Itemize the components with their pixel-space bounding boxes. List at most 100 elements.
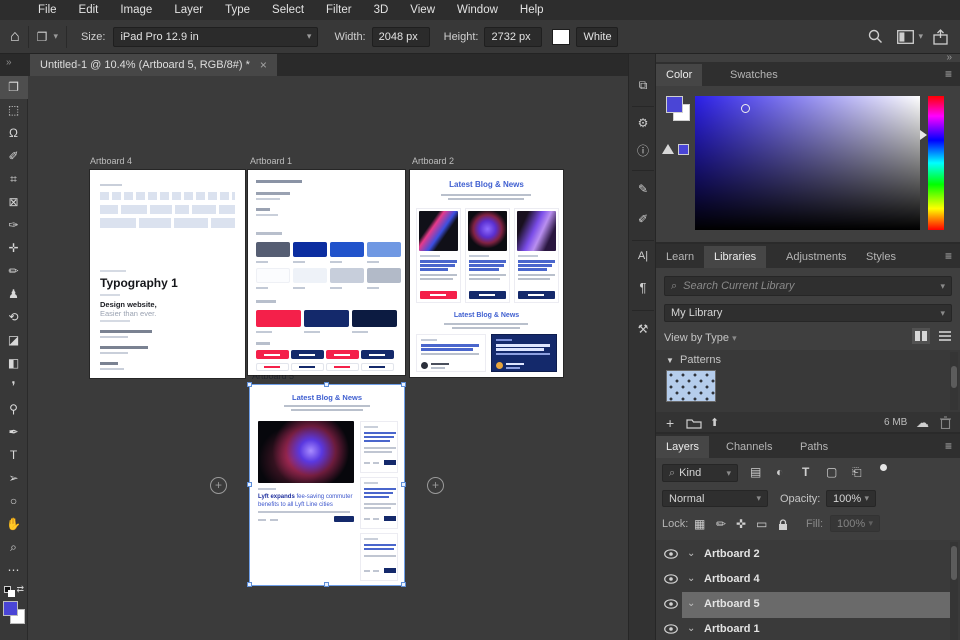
menu-help[interactable]: Help bbox=[520, 4, 544, 16]
blog-card[interactable] bbox=[416, 208, 461, 303]
color-swatch[interactable] bbox=[256, 310, 301, 327]
eyedropper-tool-icon[interactable]: ✑ bbox=[0, 214, 28, 237]
blur-tool-icon[interactable]: ❜ bbox=[0, 375, 28, 398]
tab-swatches[interactable]: Swatches bbox=[720, 64, 788, 86]
height-input[interactable]: 2732 px bbox=[484, 27, 542, 47]
color-swatch[interactable] bbox=[330, 242, 364, 257]
close-icon[interactable]: × bbox=[260, 58, 267, 72]
color-swatch[interactable] bbox=[367, 268, 401, 283]
color-swatch[interactable] bbox=[352, 310, 397, 327]
visibility-eye-icon[interactable] bbox=[664, 574, 678, 584]
trash-icon[interactable] bbox=[940, 416, 951, 429]
artboard-label[interactable]: Artboard 4 bbox=[90, 156, 132, 166]
history-brush-tool-icon[interactable]: ⟲ bbox=[0, 306, 28, 329]
color-field-cursor[interactable] bbox=[741, 104, 750, 113]
properties-panel-icon[interactable]: ⚙ bbox=[629, 116, 657, 130]
folder-icon[interactable] bbox=[686, 417, 702, 429]
home-icon[interactable]: ⌂ bbox=[10, 28, 20, 46]
tab-adjustments[interactable]: Adjustments bbox=[776, 246, 857, 268]
color-swatch[interactable] bbox=[304, 310, 349, 327]
read-more-chip[interactable] bbox=[384, 460, 396, 465]
filter-adjustment-layers-icon[interactable]: ◐ bbox=[776, 465, 783, 479]
menu-file[interactable]: File bbox=[38, 4, 57, 16]
workspace-icon[interactable] bbox=[897, 30, 914, 44]
menu-image[interactable]: Image bbox=[120, 4, 152, 16]
gradient-tool-icon[interactable]: ◧ bbox=[0, 352, 28, 375]
color-swatch[interactable] bbox=[293, 242, 327, 257]
view-by-type-dropdown[interactable]: View by Type ▾ bbox=[664, 332, 737, 344]
expand-chevron-icon[interactable]: ⌄ bbox=[687, 548, 695, 559]
object-selection-tool-icon[interactable]: ✐ bbox=[0, 145, 28, 168]
library-select[interactable]: My Library ▾ bbox=[664, 304, 952, 322]
artboard-4[interactable]: Typography 1 Design website, Easier than… bbox=[90, 170, 245, 378]
artboard-tool-preset-icon[interactable]: ❐ bbox=[37, 30, 48, 44]
character-panel-icon[interactable]: A| bbox=[629, 250, 657, 262]
expand-chevron-icon[interactable]: ⌄ bbox=[687, 573, 695, 584]
opacity-input[interactable]: 100% ▾ bbox=[826, 490, 876, 507]
blog-card-featured[interactable] bbox=[491, 334, 557, 372]
tab-libraries[interactable]: Libraries bbox=[704, 246, 766, 268]
selection-handle[interactable] bbox=[324, 582, 329, 587]
filter-pixel-layers-icon[interactable]: ▤ bbox=[750, 465, 761, 479]
toolbar-collapse-icon[interactable]: » bbox=[6, 57, 12, 68]
crop-tool-icon[interactable]: ⌗ bbox=[0, 168, 28, 191]
chevron-down-icon[interactable]: ▾ bbox=[53, 31, 58, 42]
ellipse-tool-icon[interactable]: ○ bbox=[0, 490, 28, 513]
foreground-color-swatch[interactable] bbox=[3, 601, 18, 616]
lock-position-icon[interactable]: ✜ bbox=[736, 517, 746, 531]
hue-slider[interactable] bbox=[928, 96, 944, 230]
document-tab[interactable]: Untitled-1 @ 10.4% (Artboard 5, RGB/8#) … bbox=[30, 54, 277, 76]
menu-filter[interactable]: Filter bbox=[326, 4, 352, 16]
blend-mode-select[interactable]: Normal ▾ bbox=[662, 490, 768, 507]
layer-row[interactable]: ⌄ Artboard 4 bbox=[656, 567, 952, 593]
menu-type[interactable]: Type bbox=[225, 4, 250, 16]
artboard-label[interactable]: Artboard 2 bbox=[412, 156, 454, 166]
library-search-input[interactable]: ⌕ Search Current Library ▾ bbox=[664, 276, 952, 296]
menu-edit[interactable]: Edit bbox=[79, 4, 99, 16]
list-view-button[interactable] bbox=[936, 328, 954, 344]
artboard-tool-icon[interactable]: ❐ bbox=[0, 76, 28, 99]
artboard-1[interactable] bbox=[248, 170, 405, 375]
selection-handle[interactable] bbox=[401, 582, 406, 587]
visibility-eye-icon[interactable] bbox=[664, 624, 678, 634]
selection-handle[interactable] bbox=[401, 382, 406, 387]
canvas-color-select[interactable]: White bbox=[576, 27, 618, 47]
lock-all-icon[interactable] bbox=[778, 519, 788, 531]
selection-handle[interactable] bbox=[401, 482, 406, 487]
add-item-icon[interactable]: + bbox=[666, 415, 674, 431]
tab-paths[interactable]: Paths bbox=[790, 436, 838, 458]
menu-3d[interactable]: 3D bbox=[374, 4, 389, 16]
selection-handle[interactable] bbox=[247, 382, 252, 387]
canvas-color-swatch[interactable] bbox=[552, 29, 570, 45]
size-select[interactable]: iPad Pro 12.9 in ▾ bbox=[113, 27, 318, 47]
edit-toolbar-icon[interactable]: ⋯ bbox=[0, 559, 28, 582]
hue-slider-arrow[interactable] bbox=[920, 130, 927, 140]
hand-tool-icon[interactable]: ✋ bbox=[0, 513, 28, 536]
upload-icon[interactable]: ⬆ bbox=[710, 416, 719, 429]
tab-color[interactable]: Color bbox=[656, 64, 702, 86]
swap-colors-icon[interactable]: ⇄ bbox=[17, 584, 25, 595]
clone-stamp-tool-icon[interactable]: ♟ bbox=[0, 283, 28, 306]
paragraph-panel-icon[interactable]: ¶ bbox=[629, 280, 657, 295]
lock-artboard-icon[interactable]: ▭ bbox=[756, 517, 767, 531]
path-selection-tool-icon[interactable]: ➢ bbox=[0, 467, 28, 490]
scrollbar[interactable] bbox=[950, 352, 958, 410]
layer-filter-select[interactable]: ⌕ Kind ▾ bbox=[662, 464, 738, 482]
pen-tool-icon[interactable]: ✒ bbox=[0, 421, 28, 444]
color-swatch[interactable] bbox=[367, 242, 401, 257]
search-icon[interactable] bbox=[868, 29, 883, 44]
menu-layer[interactable]: Layer bbox=[174, 4, 203, 16]
marquee-tool-icon[interactable]: ⬚ bbox=[0, 99, 28, 122]
brush-tool-icon[interactable]: ✏ bbox=[0, 260, 28, 283]
section-collapse-icon[interactable]: ▼ bbox=[666, 356, 674, 365]
foreground-color-swatch[interactable] bbox=[666, 96, 683, 113]
blog-card[interactable] bbox=[514, 208, 559, 303]
blog-card[interactable] bbox=[465, 208, 510, 303]
panel-menu-icon[interactable]: ≡ bbox=[945, 439, 952, 453]
mini-blog-card[interactable] bbox=[360, 421, 398, 473]
artboard-2[interactable]: Latest Blog & News bbox=[410, 170, 563, 377]
color-swatch[interactable] bbox=[256, 268, 290, 283]
mini-blog-card[interactable] bbox=[360, 477, 398, 529]
tab-styles[interactable]: Styles bbox=[856, 246, 906, 268]
grid-view-button[interactable] bbox=[912, 328, 930, 344]
